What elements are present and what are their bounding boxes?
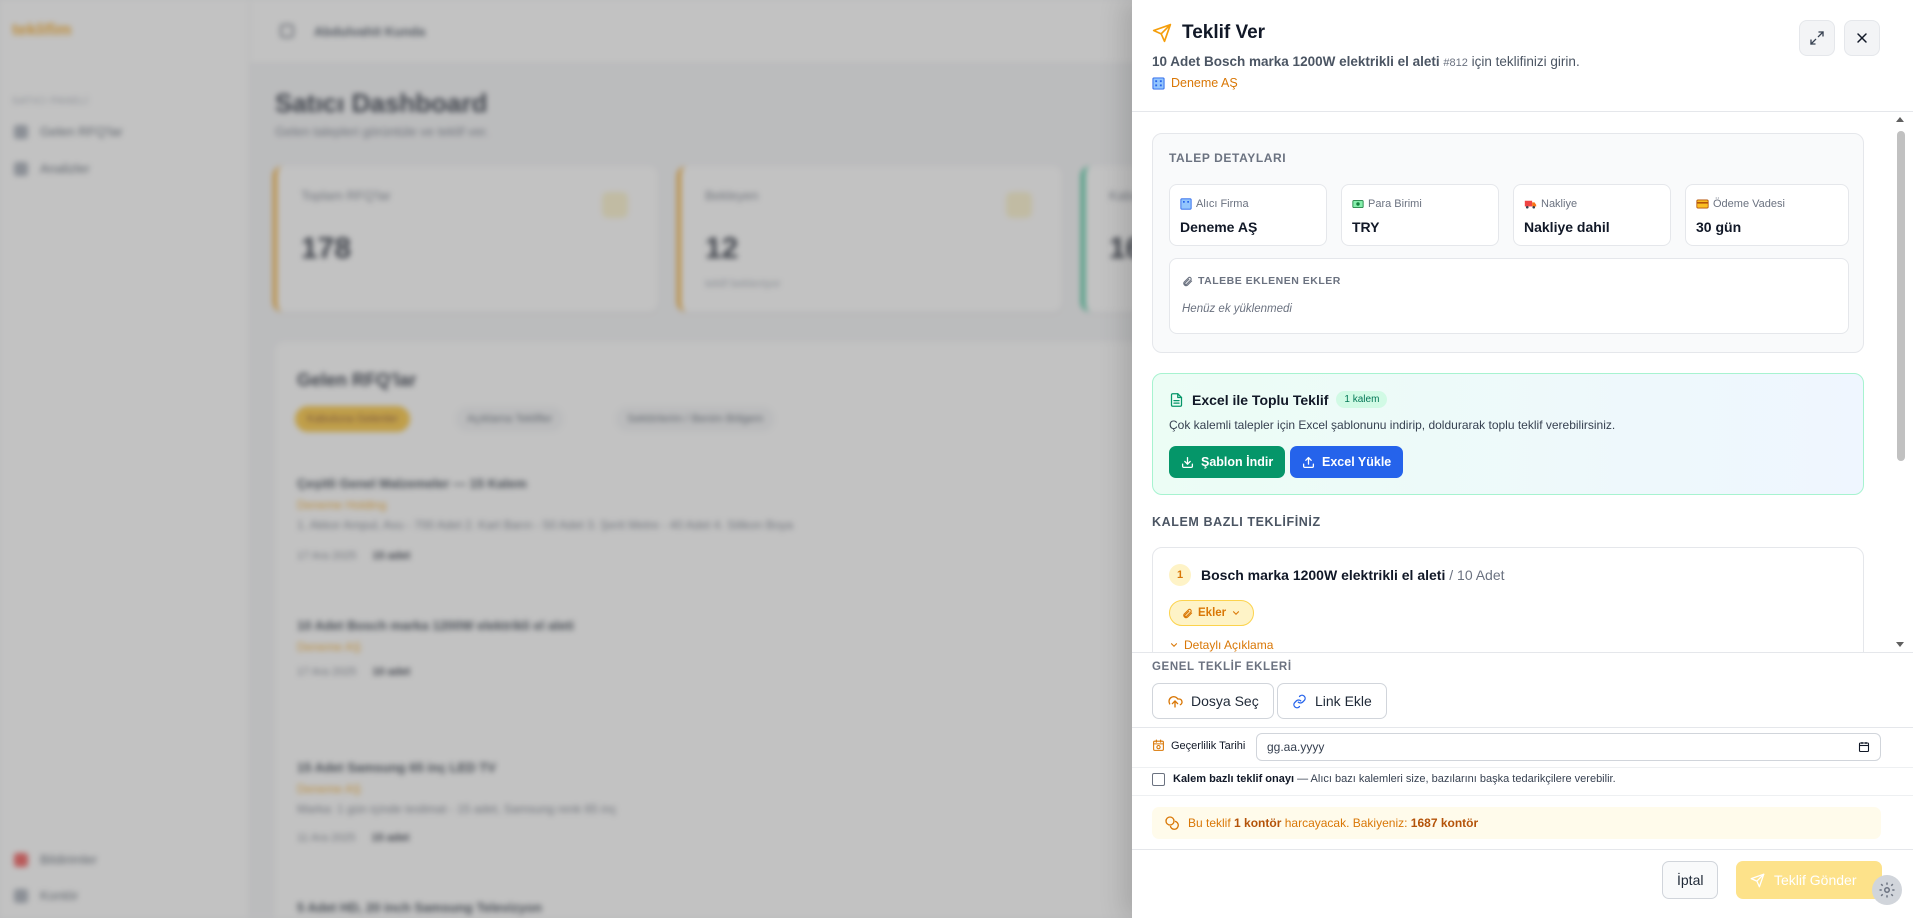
download-template-button[interactable]: Şablon İndir	[1169, 446, 1286, 478]
item-name: Bosch marka 1200W elektrikli el aleti / …	[1201, 567, 1505, 583]
submit-offer-button[interactable]: Teklif Gönder	[1736, 861, 1882, 899]
scroll-down-arrow[interactable]	[1896, 642, 1904, 647]
calendar-clock-icon	[1153, 739, 1164, 751]
choose-file-button[interactable]: Dosya Seç	[1152, 683, 1274, 719]
download-icon	[1181, 456, 1194, 468]
item-number: 1	[1169, 564, 1191, 586]
upload-excel-button[interactable]: Excel Yükle	[1290, 446, 1404, 478]
truck-icon	[1524, 200, 1537, 209]
info-shipping: Nakliye Nakliye dahil	[1513, 184, 1671, 246]
paperclip-icon	[1183, 276, 1193, 286]
add-link-button[interactable]: Link Ekle	[1277, 683, 1387, 719]
drawer-company: Deneme AŞ	[1152, 76, 1238, 90]
scroll-thumb[interactable]	[1897, 131, 1905, 461]
info-buyer: Alıcı Firma Deneme AŞ	[1169, 184, 1327, 246]
drawer-header: Teklif Ver 10 Adet Bosch marka 1200W ele…	[1132, 0, 1913, 112]
coins-icon	[1165, 816, 1179, 830]
file-spreadsheet-icon	[1170, 392, 1183, 407]
building-icon	[1180, 198, 1192, 210]
item-based-checkbox[interactable]	[1152, 773, 1165, 786]
expand-button[interactable]	[1799, 20, 1835, 56]
excel-title: Excel ile Toplu Teklif	[1192, 391, 1329, 408]
cancel-button[interactable]: İptal	[1662, 861, 1719, 899]
scroll-up-arrow[interactable]	[1896, 117, 1904, 122]
attachments-empty: Henüz ek yüklenmedi	[1182, 303, 1292, 315]
drawer-scroll-area[interactable]: TALEP DETAYLARI Alıcı Firma Deneme AŞ Pa…	[1132, 113, 1913, 653]
section-heading: TALEP DETAYLARI	[1169, 151, 1287, 165]
item-attachments-button[interactable]: Ekler	[1169, 600, 1255, 626]
excel-desc: Çok kalemli talepler için Excel şablonun…	[1169, 418, 1616, 432]
request-details-panel: TALEP DETAYLARI Alıcı Firma Deneme AŞ Pa…	[1152, 133, 1864, 353]
send-icon	[1152, 23, 1172, 43]
calendar-icon[interactable]	[1858, 741, 1870, 753]
expand-icon	[1810, 31, 1824, 45]
card-icon	[1696, 199, 1709, 209]
chevron-down-icon	[1170, 643, 1178, 648]
settings-fab[interactable]	[1872, 875, 1902, 905]
general-attachments-heading: GENEL TEKLİF EKLERİ	[1152, 661, 1292, 673]
chevron-down-icon	[1233, 611, 1240, 616]
paperclip-icon	[1183, 608, 1193, 618]
item-count-badge: 1 kalem	[1336, 391, 1388, 408]
drawer-title: Teklif Ver	[1182, 22, 1266, 43]
credit-info: Bu teklif 1 kontör harcayacak. Bakiyeniz…	[1152, 807, 1881, 839]
item-based-label: Kalem bazlı teklif onayı — Alıcı bazı ka…	[1173, 773, 1616, 785]
excel-bulk-panel: Excel ile Toplu Teklif 1 kalem Çok kalem…	[1152, 373, 1864, 495]
drawer-footer: GENEL TEKLİF EKLERİ Dosya Seç Link Ekle …	[1132, 652, 1913, 918]
validity-date-input[interactable]: gg.aa.yyyy	[1256, 733, 1881, 761]
drawer-subtitle: 10 Adet Bosch marka 1200W elektrikli el …	[1152, 54, 1580, 69]
items-heading: KALEM BAZLI TEKLİFİNİZ	[1152, 515, 1321, 529]
send-icon	[1750, 873, 1765, 887]
detail-description-toggle[interactable]: Detaylı Açıklama	[1169, 638, 1273, 652]
item-card: 1 Bosch marka 1200W elektrikli el aleti …	[1152, 547, 1864, 653]
close-button[interactable]	[1844, 20, 1880, 56]
validity-label: Geçerlilik Tarihi	[1152, 739, 1245, 752]
scrollbar[interactable]	[1895, 117, 1905, 647]
gear-icon	[1879, 882, 1895, 898]
link-icon	[1293, 694, 1306, 708]
upload-icon	[1302, 456, 1315, 468]
offer-drawer: Teklif Ver 10 Adet Bosch marka 1200W ele…	[1132, 0, 1913, 918]
request-attachments: TALEBE EKLENEN EKLER Henüz ek yüklenmedi	[1169, 258, 1849, 334]
building-icon	[1152, 76, 1165, 90]
info-currency: Para Birimi TRY	[1341, 184, 1499, 246]
close-icon	[1857, 33, 1867, 43]
money-icon	[1352, 200, 1364, 208]
info-payment-term: Ödeme Vadesi 30 gün	[1685, 184, 1849, 246]
cloud-upload-icon	[1168, 696, 1183, 708]
